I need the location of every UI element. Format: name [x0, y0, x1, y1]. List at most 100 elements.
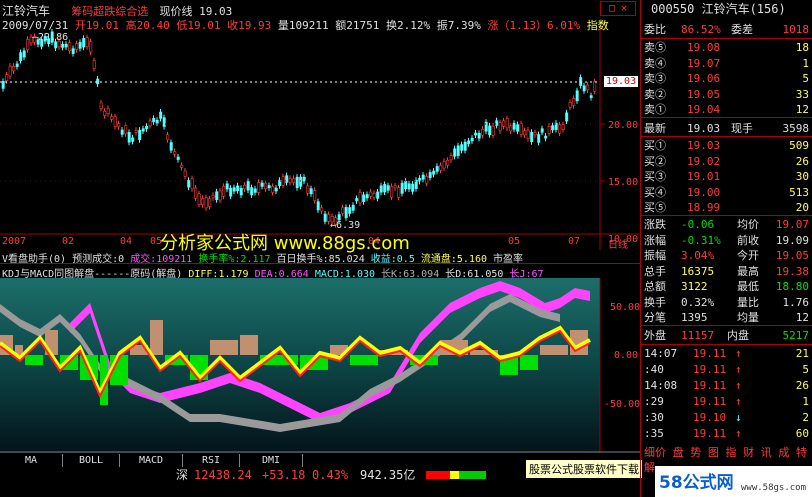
bid-label: 买① [644, 139, 666, 152]
tick-row[interactable]: :40 19.11 ↑ 5 [641, 362, 812, 377]
bid-price: 19.02 [687, 154, 721, 168]
outer-value: 11157 [681, 329, 715, 342]
tab-rsi[interactable]: RSI [183, 454, 240, 467]
tick-price: 19.10 [693, 411, 727, 424]
ask-row[interactable]: 卖① 19.04 12 [641, 102, 812, 117]
bid-row[interactable]: 买② 19.02 26 [641, 154, 812, 169]
stat-label: 换手 [644, 295, 666, 309]
tick-row[interactable]: :29 19.11 ↑ 1 [641, 394, 812, 409]
stat-label-2: 今开 [737, 249, 759, 262]
tick-price: 19.11 [693, 363, 727, 376]
tick-row[interactable]: :35 19.11 ↑ 60 [641, 426, 812, 441]
stat-row[interactable]: 总额 3122 最低 18.80 [641, 279, 812, 294]
tick-dir: ↓ [735, 411, 742, 424]
tick-row[interactable]: 14:08 19.11 ↑ 26 [641, 378, 812, 393]
ad-text[interactable]: 股票公式股票软件下载 [525, 459, 643, 479]
tick-price: 19.11 [693, 427, 727, 440]
tick-vol: 2 [802, 411, 809, 424]
stat-value-2: 19.07 [775, 218, 809, 231]
bid-row[interactable]: 买⑤ 18.99 20 [641, 200, 812, 215]
tick-price: 19.11 [693, 395, 727, 408]
bid-label: 买③ [644, 170, 666, 183]
stat-value: -0.31% [681, 233, 721, 247]
ask-label: 卖④ [644, 56, 666, 70]
app-name: 江铃汽车 [2, 4, 51, 18]
tick-price: 19.11 [693, 379, 727, 392]
stat-row[interactable]: 总手 16375 最高 19.38 [641, 264, 812, 279]
ratio-label: 委比 [644, 23, 666, 36]
tab-macd[interactable]: MACD [120, 454, 183, 467]
tick-time: 14:07 [644, 347, 678, 360]
latest-value: 19.03 [687, 122, 721, 135]
ask-label: 卖① [644, 103, 666, 116]
tick-vol: 5 [802, 363, 809, 376]
ask-label: 卖⑤ [644, 41, 666, 54]
stat-label: 总额 [644, 280, 666, 293]
stat-label: 总手 [644, 264, 666, 278]
bid-label: 买② [644, 154, 666, 168]
x-axis-label: 2007 [2, 236, 27, 247]
stat-value: -0.06 [681, 218, 715, 231]
tab-boll[interactable]: BOLL [63, 454, 120, 467]
tick-time: 14:08 [644, 379, 678, 392]
ask-row[interactable]: 卖⑤ 19.08 18 [641, 40, 812, 55]
high-marker: —22.86 [32, 32, 69, 43]
inner-value: 5217 [782, 329, 810, 342]
quote-title: 000550 江铃汽车(156) [641, 2, 812, 17]
inner-label: 内盘 [727, 329, 749, 342]
ratio-value: 86.52% [681, 23, 721, 36]
tab-ma[interactable]: MA [0, 454, 63, 467]
stat-row[interactable]: 涨幅 -0.31% 前收 19.09 [641, 233, 812, 248]
tick-vol: 21 [795, 347, 809, 360]
now-vol-label: 现手 [731, 122, 753, 135]
tick-time: :30 [644, 411, 664, 424]
tick-dir: ↑ [735, 395, 742, 408]
ask-label: 卖② [644, 87, 666, 101]
index-value: 12438.24 [194, 468, 252, 482]
x-axis-label: 04 [120, 236, 133, 247]
now-vol-value: 3598 [782, 122, 810, 135]
code-name: 000550 江铃汽车(156) [651, 2, 786, 16]
bid-row[interactable]: 买④ 19.00 513 [641, 185, 812, 200]
kline-chart [0, 28, 640, 250]
tick-row[interactable]: 14:07 19.11 ↑ 21 [641, 346, 812, 361]
stat-label-2: 最高 [737, 264, 759, 278]
stat-label: 振幅 [644, 249, 666, 262]
ask-price: 19.07 [687, 56, 721, 70]
window-controls[interactable]: □ ✕ [600, 1, 636, 16]
stat-value: 1395 [681, 311, 708, 324]
ask-row[interactable]: 卖② 19.05 33 [641, 87, 812, 102]
ask-vol: 18 [795, 41, 809, 54]
ask-vol: 33 [795, 87, 809, 101]
stat-row[interactable]: 分笔 1395 均量 12 [641, 310, 812, 325]
stat-value-2: 1.76 [782, 295, 810, 309]
bottom-tabs-row[interactable]: 细价 盘 势 图 指 财 讯 成 特 解 [641, 445, 812, 474]
tab-dmi[interactable]: DMI [240, 454, 303, 467]
indicator-chart [0, 278, 640, 453]
stat-value: 3122 [681, 280, 708, 293]
sub-axis-neg50: -50.00 [604, 399, 641, 410]
stat-row[interactable]: 振幅 3.04% 今开 19.05 [641, 248, 812, 263]
index-change: +53.18 [262, 468, 306, 482]
ask-row[interactable]: 卖③ 19.06 5 [641, 71, 812, 86]
stat-label-2: 前收 [737, 233, 759, 247]
stat-row[interactable]: 涨跌 -0.06 均价 19.07 [641, 217, 812, 232]
index-amount: 942.35亿 [360, 468, 416, 482]
bid-row[interactable]: 买③ 19.01 30 [641, 169, 812, 184]
tick-price: 19.11 [693, 347, 727, 360]
bid-row[interactable]: 买① 19.03 509 [641, 138, 812, 153]
stat-value-2: 18.80 [775, 280, 809, 293]
tick-vol: 26 [795, 379, 809, 392]
stat-value-2: 19.05 [775, 249, 809, 262]
tick-dir: ↑ [735, 379, 742, 392]
stat-row[interactable]: 换手 0.32% 量比 1.76 [641, 295, 812, 310]
tick-row[interactable]: :30 19.10 ↓ 2 [641, 410, 812, 425]
bid-vol: 513 [789, 185, 809, 199]
stat-label-2: 量比 [737, 295, 759, 309]
x-axis-label: 05 [508, 236, 521, 247]
diff-value: 1018 [782, 23, 810, 36]
x-axis-label: 02 [62, 236, 75, 247]
logo-text: 58公式网 [659, 473, 734, 493]
chart-area: 江铃汽车 筹码超跌综合选 现价线 19.03 2009/07/31 开19.01… [0, 0, 643, 497]
ask-row[interactable]: 卖④ 19.07 1 [641, 56, 812, 71]
